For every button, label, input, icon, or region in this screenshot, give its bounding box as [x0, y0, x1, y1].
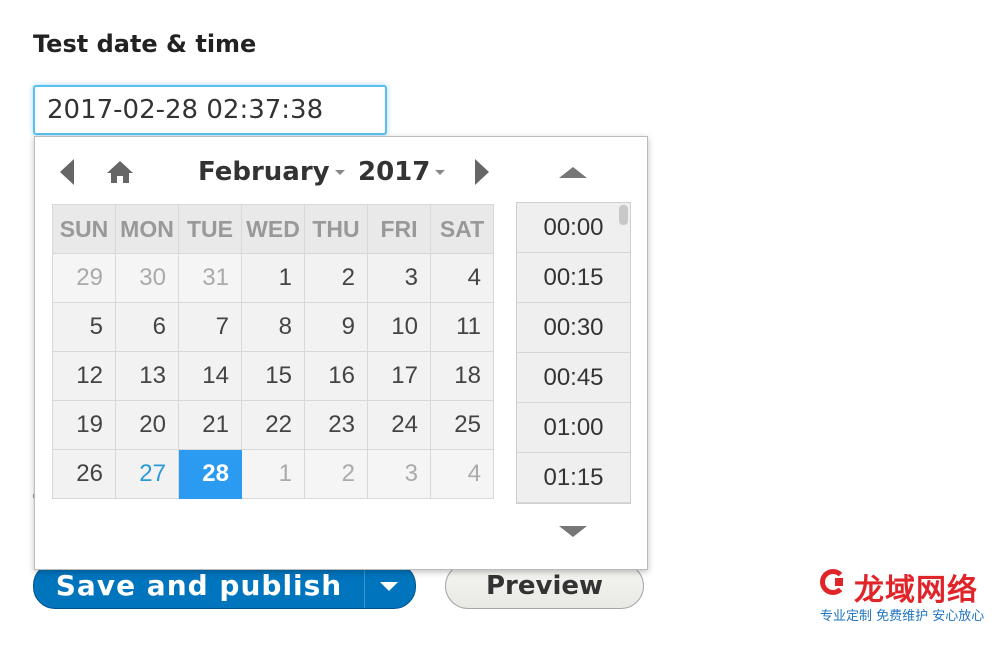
calendar-day[interactable]: 17 — [367, 351, 431, 401]
calendar-day[interactable]: 19 — [52, 400, 116, 450]
calendar-day[interactable]: 24 — [367, 400, 431, 450]
weekday-header: SUN — [52, 204, 116, 254]
year-select[interactable]: 2017 — [358, 155, 446, 189]
time-list[interactable]: 00:00 00:15 00:30 00:45 01:00 01:15 — [516, 202, 631, 504]
calendar-day[interactable]: 12 — [52, 351, 116, 401]
weekday-header: TUE — [178, 204, 242, 254]
time-option[interactable]: 01:15 — [517, 453, 630, 503]
calendar-day[interactable]: 29 — [52, 253, 116, 303]
calendar-day-today[interactable]: 27 — [115, 449, 179, 499]
calendar-day[interactable]: 26 — [52, 449, 116, 499]
calendar-day[interactable]: 2 — [304, 449, 368, 499]
time-option[interactable]: 00:45 — [517, 353, 630, 403]
calendar-day[interactable]: 21 — [178, 400, 242, 450]
time-option[interactable]: 00:00 — [517, 203, 630, 253]
calendar-day[interactable]: 9 — [304, 302, 368, 352]
chevron-up-icon[interactable] — [559, 167, 587, 178]
time-options: 00:00 00:15 00:30 00:45 01:00 01:15 — [517, 203, 630, 503]
calendar-day[interactable]: 5 — [52, 302, 116, 352]
calendar-day[interactable]: 25 — [430, 400, 494, 450]
time-list-scrollbar[interactable] — [619, 205, 628, 225]
button-divider — [364, 564, 365, 608]
year-label: 2017 — [358, 157, 431, 187]
calendar-day[interactable]: 7 — [178, 302, 242, 352]
calendar-week-row: 12 13 14 15 16 17 18 — [52, 351, 494, 401]
calendar-day[interactable]: 31 — [178, 253, 242, 303]
weekday-header-row: SUN MON TUE WED THU FRI SAT — [52, 204, 494, 254]
calendar-week-row: 5 6 7 8 9 10 11 — [52, 302, 494, 352]
chevron-down-icon — [435, 170, 446, 175]
chevron-down-icon[interactable] — [559, 526, 587, 537]
calendar-day[interactable]: 18 — [430, 351, 494, 401]
calendar-day[interactable]: 30 — [115, 253, 179, 303]
weekday-header: MON — [115, 204, 179, 254]
calendar-day[interactable]: 3 — [367, 253, 431, 303]
field-label: Test date & time — [33, 30, 257, 58]
calendar-day[interactable]: 11 — [430, 302, 494, 352]
calendar-day[interactable]: 16 — [304, 351, 368, 401]
calendar-day-selected[interactable]: 28 — [178, 449, 242, 499]
chevron-right-icon[interactable] — [475, 159, 489, 185]
date-time-input[interactable] — [33, 85, 387, 135]
weekday-header: FRI — [367, 204, 431, 254]
save-and-publish-label[interactable]: Save and publish — [34, 564, 364, 608]
month-select[interactable]: February — [198, 155, 345, 189]
calendar-day[interactable]: 4 — [430, 253, 494, 303]
logo-dot — [835, 578, 843, 586]
calendar-day[interactable]: 10 — [367, 302, 431, 352]
watermark-title: 龙域网络 — [854, 573, 978, 608]
dropdown-caret-icon[interactable] — [380, 582, 398, 591]
weekday-header: WED — [241, 204, 305, 254]
calendar-week-row: 26 27 28 1 2 3 4 — [52, 449, 494, 499]
month-label: February — [198, 157, 330, 187]
calendar-day[interactable]: 4 — [430, 449, 494, 499]
calendar-day[interactable]: 2 — [304, 253, 368, 303]
calendar-day[interactable]: 1 — [241, 253, 305, 303]
time-option[interactable]: 00:15 — [517, 253, 630, 303]
calendar-day[interactable]: 6 — [115, 302, 179, 352]
calendar-day[interactable]: 23 — [304, 400, 368, 450]
home-icon[interactable] — [105, 159, 135, 185]
calendar-day[interactable]: 13 — [115, 351, 179, 401]
calendar-day[interactable]: 8 — [241, 302, 305, 352]
calendar-day[interactable]: 15 — [241, 351, 305, 401]
watermark-subtitle: 专业定制 免费维护 安心放心 — [820, 609, 985, 624]
calendar-day[interactable]: 1 — [241, 449, 305, 499]
weekday-header: THU — [304, 204, 368, 254]
calendar-day[interactable]: 22 — [241, 400, 305, 450]
chevron-down-icon — [334, 170, 345, 175]
time-option[interactable]: 00:30 — [517, 303, 630, 353]
calendar-day[interactable]: 20 — [115, 400, 179, 450]
calendar-week-row: 19 20 21 22 23 24 25 — [52, 400, 494, 450]
calendar-grid: SUN MON TUE WED THU FRI SAT 29 30 31 1 2 3 4 5 6… — [52, 204, 494, 499]
calendar-day[interactable]: 3 — [367, 449, 431, 499]
watermark-logo: 龙域网络 专业定制 免费维护 安心放心 — [820, 565, 990, 625]
time-option[interactable]: 01:00 — [517, 403, 630, 453]
calendar-day[interactable]: 14 — [178, 351, 242, 401]
chevron-left-icon[interactable] — [60, 159, 74, 185]
calendar-days: 29 30 31 1 2 3 4 5 6 7 8 9 10 11 12 13 14 15 16 17 18 19 20 21 2… — [52, 253, 494, 499]
weekday-header: SAT — [430, 204, 494, 254]
calendar-week-row: 29 30 31 1 2 3 4 — [52, 253, 494, 303]
datetime-picker-popup: February 2017 SUN MON TUE WED THU FRI SA… — [34, 136, 648, 570]
